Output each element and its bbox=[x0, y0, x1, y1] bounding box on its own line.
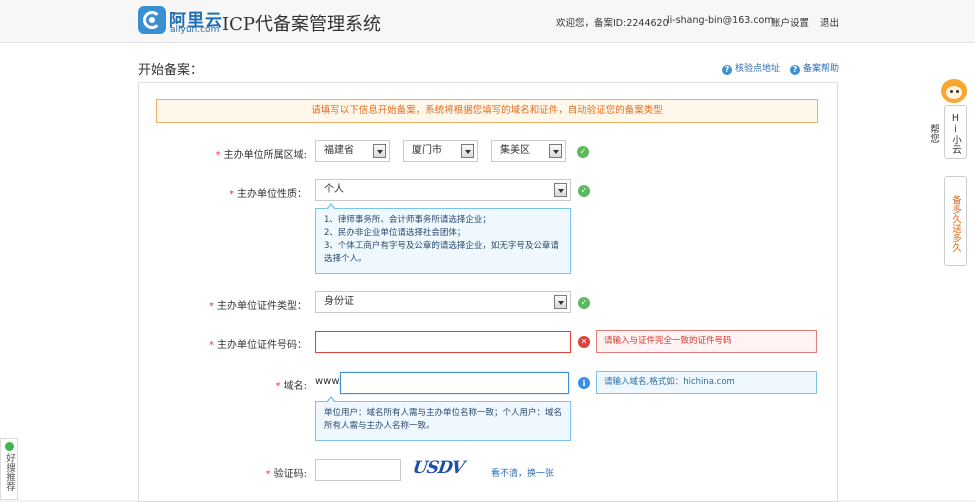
required-mark: * bbox=[265, 469, 271, 480]
dropdown-arrow-icon[interactable] bbox=[554, 183, 567, 197]
dropdown-arrow-icon[interactable] bbox=[373, 144, 386, 158]
required-mark: * bbox=[209, 340, 214, 351]
notice-banner: 请填写以下信息开始备案，系统将根据您填写的域名和证件，自动验证您的备案类型 bbox=[156, 99, 818, 123]
check-icon: ✓ bbox=[578, 185, 590, 197]
nature-select[interactable]: 个人 bbox=[315, 179, 571, 201]
id-number-input[interactable] bbox=[315, 331, 571, 353]
required-mark: * bbox=[209, 301, 214, 312]
district-value: 集美区 bbox=[500, 145, 530, 156]
id-number-label-text: 主办单位证件号码： bbox=[217, 340, 307, 351]
good-search-widget[interactable]: 好搜推荐 bbox=[0, 438, 18, 500]
nature-value: 个人 bbox=[324, 184, 344, 195]
verify-address-label: 核验点地址 bbox=[735, 64, 781, 74]
check-icon: ✓ bbox=[577, 146, 589, 158]
info-icon: i bbox=[578, 377, 590, 389]
nature-label: * 主办单位性质： bbox=[229, 185, 307, 200]
welcome-text: 欢迎您，备案ID:2244620 bbox=[556, 18, 669, 29]
dropdown-arrow-icon[interactable] bbox=[461, 144, 474, 158]
id-type-label: * 主办单位证件类型： bbox=[209, 297, 307, 312]
captcha-refresh-link[interactable]: 看不清，换一张 bbox=[491, 466, 554, 479]
tip-line: 单位用户：域名所有人需与主办单位名称一致；个人用户：域名 bbox=[324, 408, 563, 418]
domain-hint-message: 请输入域名,格式如：hichina.com bbox=[596, 371, 817, 394]
logo-domain-text: aliyun.com bbox=[170, 25, 220, 35]
district-select[interactable]: 集美区 bbox=[491, 140, 566, 162]
id-number-error-message: 请输入与证件完全一致的证件号码 bbox=[596, 330, 817, 353]
help-link[interactable]: ? 备案帮助 bbox=[790, 61, 839, 75]
page-title: 开始备案： bbox=[138, 63, 204, 78]
tip-line: 2、民办非企业单位请选择社会团体； bbox=[324, 228, 466, 238]
nature-label-text: 主办单位性质： bbox=[237, 189, 307, 200]
user-email: li-shang-bin@163.com bbox=[667, 15, 774, 26]
good-search-label: 好搜推荐 bbox=[4, 453, 15, 491]
promo-widget[interactable]: 备多久送多久 bbox=[944, 176, 967, 266]
status-dot-icon bbox=[4, 442, 14, 451]
captcha-input[interactable] bbox=[315, 459, 401, 481]
required-mark: * bbox=[275, 381, 281, 392]
domain-label-text: 域名: bbox=[283, 381, 307, 392]
mascot-eye bbox=[950, 90, 953, 93]
region-label: * 主办单位所属区域: bbox=[216, 146, 307, 161]
help-icon: ? bbox=[790, 65, 800, 75]
tip-line: 所有人需与主办人名称一致。 bbox=[324, 421, 435, 431]
aliyun-logo-icon[interactable] bbox=[138, 6, 166, 34]
tip-line: 选择个人。 bbox=[324, 254, 367, 264]
id-number-label: * 主办单位证件号码： bbox=[209, 336, 307, 351]
domain-prefix: www. bbox=[315, 376, 342, 387]
hi-helper-widget[interactable]: Hi小云帮您 bbox=[928, 105, 967, 159]
id-type-select[interactable]: 身份证 bbox=[315, 291, 571, 313]
dropdown-arrow-icon[interactable] bbox=[554, 295, 567, 309]
account-settings-link[interactable]: 账户设置 bbox=[771, 15, 809, 29]
check-icon: ✓ bbox=[578, 297, 590, 309]
captcha-label-text: 验证码: bbox=[273, 469, 307, 480]
mascot-eye bbox=[956, 90, 959, 93]
captcha-label: * 验证码: bbox=[266, 465, 307, 480]
required-mark: * bbox=[215, 150, 221, 161]
logout-link[interactable]: 退出 bbox=[820, 15, 839, 29]
captcha-image[interactable]: USDV bbox=[412, 458, 466, 478]
domain-label: * 域名: bbox=[276, 377, 307, 392]
region-label-text: 主办单位所属区域: bbox=[223, 150, 307, 161]
mascot-icon[interactable] bbox=[939, 79, 969, 107]
city-select[interactable]: 厦门市 bbox=[403, 140, 478, 162]
id-type-label-text: 主办单位证件类型： bbox=[217, 301, 307, 312]
domain-input[interactable] bbox=[340, 372, 569, 394]
province-value: 福建省 bbox=[324, 145, 354, 156]
city-value: 厦门市 bbox=[412, 145, 442, 156]
tip-line: 1、律师事务所、会计师事务所请选择企业； bbox=[324, 215, 491, 225]
domain-tip-box: 单位用户：域名所有人需与主办单位名称一致；个人用户：域名 所有人需与主办人名称一… bbox=[315, 396, 571, 441]
required-mark: * bbox=[229, 189, 234, 200]
help-icon: ? bbox=[722, 65, 732, 75]
header-bar: 阿里云 aliyun.com ICP代备案管理系统 欢迎您，备案ID:22446… bbox=[0, 0, 975, 43]
mascot-inner bbox=[946, 86, 962, 99]
verify-address-link[interactable]: ? 核验点地址 bbox=[722, 61, 780, 75]
help-label: 备案帮助 bbox=[803, 64, 840, 74]
province-select[interactable]: 福建省 bbox=[315, 140, 390, 162]
id-type-value: 身份证 bbox=[324, 296, 354, 307]
error-icon: ✕ bbox=[578, 336, 590, 348]
dropdown-arrow-icon[interactable] bbox=[549, 144, 562, 158]
tip-line: 3、个体工商户有字号及公章的请选择企业，如无字号及公章请 bbox=[324, 241, 559, 251]
nature-tip-box: 1、律师事务所、会计师事务所请选择企业； 2、民办非企业单位请选择社会团体； 3… bbox=[315, 203, 571, 274]
system-title: ICP代备案管理系统 bbox=[222, 14, 381, 35]
